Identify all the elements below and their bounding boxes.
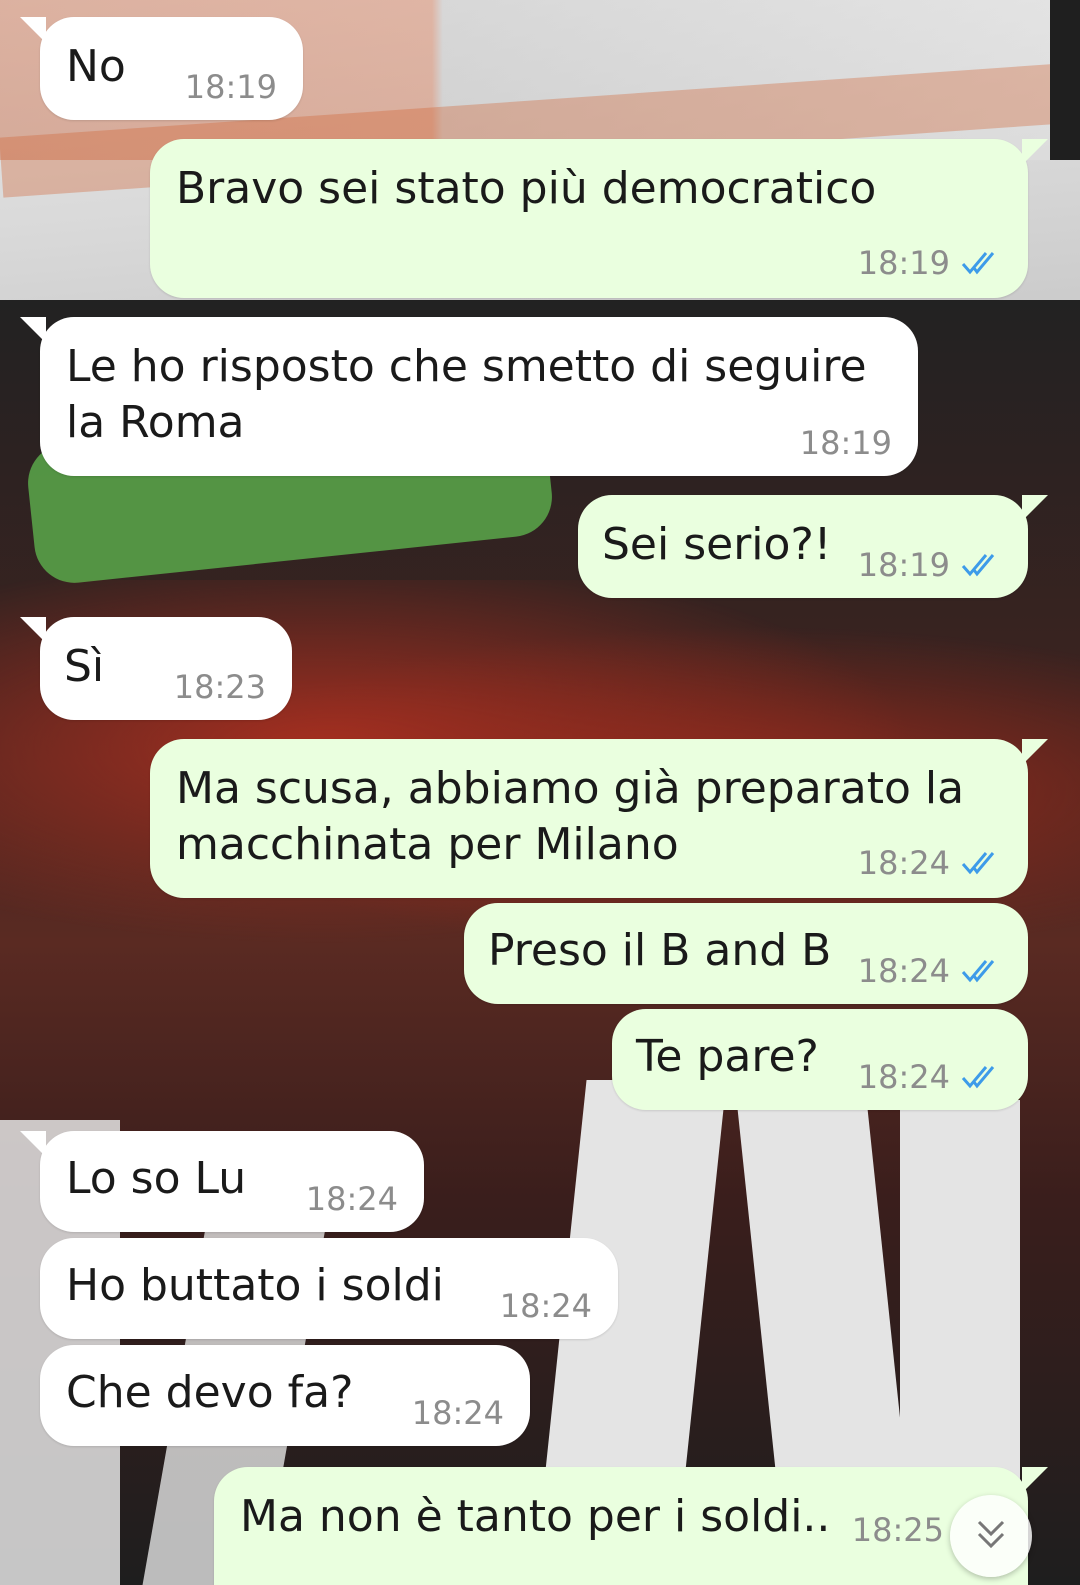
- message-text: Ma scusa, abbiamo già preparato la macch…: [176, 763, 965, 870]
- message-text: Ho buttato i soldi: [66, 1260, 444, 1311]
- message-time: 18:24: [857, 1058, 950, 1096]
- message-bubble-outgoing[interactable]: Bravo sei stato più democratico 18:19: [150, 139, 1048, 298]
- message-time: 18:24: [499, 1287, 592, 1325]
- message-time: 18:23: [173, 668, 266, 706]
- message-bubble-outgoing[interactable]: Sei serio?! 18:19: [578, 495, 1048, 598]
- double-check-icon: [960, 1064, 1002, 1090]
- message-time: 18:24: [411, 1394, 504, 1432]
- wallpaper-edge: [1050, 0, 1080, 160]
- message-text: Le ho risposto che smetto di seguire la …: [66, 341, 867, 448]
- message-meta: 18:24: [858, 844, 1002, 882]
- double-check-icon: [960, 250, 1002, 276]
- message-bubble-incoming[interactable]: Ho buttato i soldi 18:24: [40, 1238, 618, 1339]
- message-meta: 18:23: [174, 668, 266, 706]
- message-bubble-outgoing[interactable]: Te pare? 18:24: [612, 1009, 1028, 1110]
- message-meta: 18:19: [800, 424, 892, 462]
- message-time: 18:19: [184, 68, 277, 106]
- message-text: Te pare?: [636, 1031, 819, 1082]
- message-time: 18:19: [799, 424, 892, 462]
- message-meta: 18:24: [412, 1394, 504, 1432]
- double-check-icon: [960, 552, 1002, 578]
- message-text: Sì: [64, 641, 105, 692]
- message-time: 18:19: [857, 546, 950, 584]
- message-time: 18:19: [857, 244, 950, 282]
- message-bubble-outgoing[interactable]: Ma scusa, abbiamo già preparato la macch…: [150, 739, 1048, 898]
- message-meta: 18:24: [858, 952, 1002, 990]
- message-time: 18:25: [851, 1511, 944, 1549]
- message-meta: 18:24: [306, 1180, 398, 1218]
- message-text: Bravo sei stato più democratico: [176, 163, 877, 214]
- message-time: 18:24: [305, 1180, 398, 1218]
- message-bubble-outgoing[interactable]: Ma non è tanto per i soldi.. 18:25: [214, 1467, 1048, 1585]
- message-bubble-incoming[interactable]: Le ho risposto che smetto di seguire la …: [20, 317, 918, 476]
- message-bubble-incoming[interactable]: Sì 18:23: [20, 617, 292, 720]
- double-check-icon: [960, 850, 1002, 876]
- message-text: Lo so Lu: [66, 1153, 247, 1204]
- message-meta: 18:24: [500, 1287, 592, 1325]
- message-text: Sei serio?!: [602, 519, 832, 570]
- double-check-icon: [960, 958, 1002, 984]
- message-meta: 18:19: [185, 68, 277, 106]
- message-bubble-incoming[interactable]: No 18:19: [20, 17, 303, 120]
- chevron-double-down-icon: [971, 1514, 1011, 1558]
- message-text: Che devo fa?: [66, 1367, 354, 1418]
- message-time: 18:24: [857, 844, 950, 882]
- message-meta: 18:19: [858, 546, 1002, 584]
- message-meta: 18:19: [858, 244, 1002, 282]
- message-text: Ma non è tanto per i soldi..: [240, 1491, 831, 1542]
- scroll-to-bottom-button[interactable]: [950, 1495, 1032, 1577]
- message-text: No: [66, 41, 126, 92]
- message-bubble-incoming[interactable]: Che devo fa? 18:24: [40, 1345, 530, 1446]
- message-meta: 18:24: [858, 1058, 1002, 1096]
- message-meta: 18:25: [852, 1511, 944, 1549]
- message-bubble-outgoing[interactable]: Preso il B and B 18:24: [464, 903, 1028, 1004]
- message-bubble-incoming[interactable]: Lo so Lu 18:24: [20, 1131, 424, 1232]
- message-text: Preso il B and B: [488, 925, 832, 976]
- message-time: 18:24: [857, 952, 950, 990]
